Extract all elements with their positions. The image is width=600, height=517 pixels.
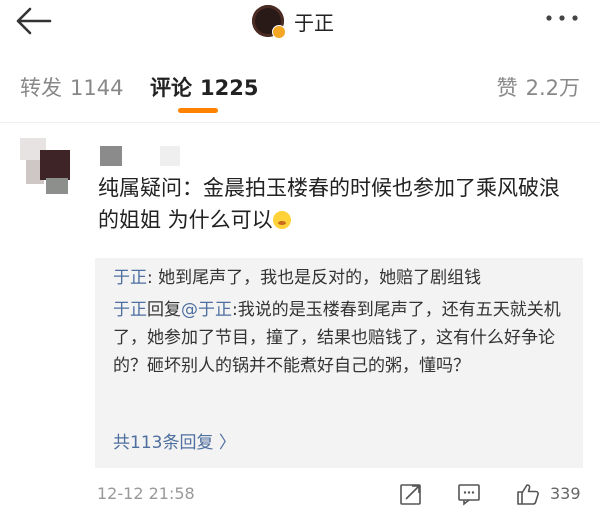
reply-thread: 于正: 她到尾声了，我也是反对的，她赔了剧组钱 于正回复@于正:我说的是玉楼春到…	[95, 258, 583, 468]
thumbs-up-icon[interactable]	[516, 482, 540, 506]
more-options-icon[interactable]	[544, 8, 580, 28]
comment-timestamp: 12-12 21:58	[97, 484, 195, 503]
like-count: 339	[550, 484, 581, 503]
tab-comment[interactable]: 评论 1225	[150, 72, 258, 102]
commenter-avatar[interactable]	[20, 138, 80, 198]
comment-bubble-icon[interactable]	[457, 482, 481, 506]
commenter-name-redacted[interactable]	[100, 146, 122, 166]
comment-footer: 12-12 21:58 339	[0, 476, 600, 512]
reply-item: 于正回复@于正:我说的是玉楼春到尾声了，还有五天就关机了，她参加了节目，撞了，结…	[113, 296, 575, 380]
comment-body: 纯属疑问：金晨拍玉楼春的时候也参加了乘风破浪的姐姐 为什么可以	[98, 172, 578, 236]
reply-author[interactable]: 于正	[113, 268, 147, 288]
tab-count: 2.2万	[525, 76, 580, 100]
tab-label: 赞	[496, 76, 518, 100]
tab-label: 转发	[20, 76, 62, 100]
reply-author[interactable]: 于正	[113, 300, 147, 320]
avatar[interactable]	[252, 5, 286, 39]
reply-action: 回复	[147, 300, 181, 320]
thinking-face-icon	[272, 211, 291, 229]
reply-text: 她到尾声了，我也是反对的，她赔了剧组钱	[158, 268, 482, 288]
tab-count: 1225	[200, 76, 259, 100]
reply-mention[interactable]: @于正	[181, 300, 232, 320]
share-icon[interactable]	[399, 482, 423, 506]
tab-repost[interactable]: 转发 1144	[20, 72, 123, 102]
page-title: 于正	[294, 10, 334, 35]
reply-separator: :	[147, 268, 159, 288]
top-bar: 于正	[0, 0, 600, 44]
header-title-group[interactable]: 于正	[252, 4, 334, 39]
tab-label: 评论	[150, 76, 192, 100]
verified-badge-icon	[272, 25, 286, 39]
reply-item: 于正: 她到尾声了，我也是反对的，她赔了剧组钱	[113, 264, 575, 292]
back-arrow-icon[interactable]	[14, 6, 52, 36]
active-tab-indicator	[178, 108, 218, 113]
comment-text: 纯属疑问：金晨拍玉楼春的时候也参加了乘风破浪的姐姐 为什么可以	[98, 176, 560, 232]
tab-count: 1144	[70, 76, 124, 100]
tab-like[interactable]: 赞 2.2万	[497, 72, 580, 102]
view-all-replies-link[interactable]: 共113条回复 〉	[113, 428, 236, 453]
divider	[0, 122, 600, 123]
tab-bar: 转发 1144 评论 1225 赞 2.2万	[0, 66, 600, 113]
commenter-badge-redacted	[160, 146, 180, 166]
